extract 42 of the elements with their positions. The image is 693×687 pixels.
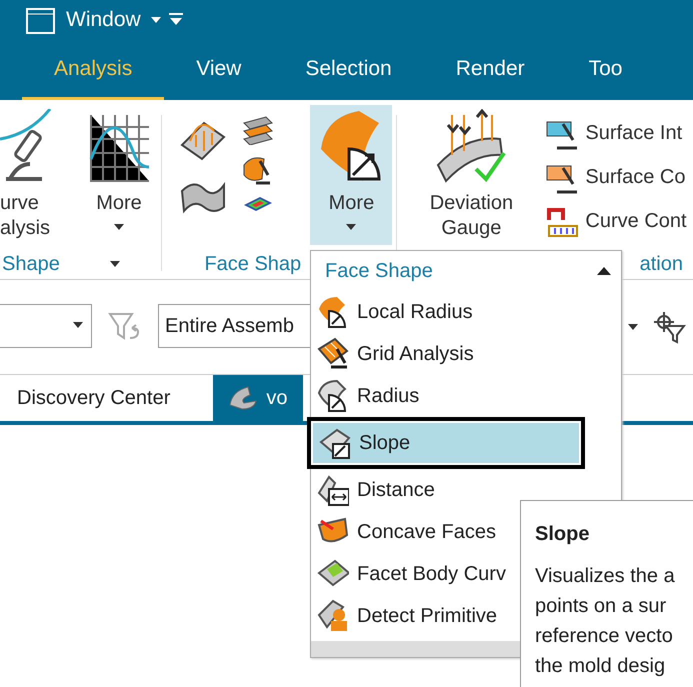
customize-icon[interactable] <box>168 13 183 27</box>
group-label: ation <box>640 252 683 277</box>
window-menu[interactable]: Window <box>64 4 143 36</box>
window-icon <box>26 6 56 34</box>
layered-surface-icon[interactable] <box>242 115 274 145</box>
more-button[interactable]: More <box>310 105 392 245</box>
ribbon-button[interactable]: Curve Cont <box>541 199 691 243</box>
collapse-icon[interactable] <box>597 267 611 275</box>
part-icon <box>228 385 258 411</box>
menu-title: Face Shape <box>325 259 433 284</box>
deviation-gauge-button[interactable]: Deviation Gauge <box>401 105 542 245</box>
caret-icon <box>73 322 85 329</box>
gauge-surface-icon <box>436 109 506 185</box>
ribbon-tab[interactable]: Too <box>556 40 654 100</box>
curve-analysis-button[interactable]: urve alysis <box>0 105 72 245</box>
ribbon-button[interactable]: Surface Co <box>541 155 691 199</box>
ribbon-tab[interactable]: Render <box>424 40 557 100</box>
ribbon-tab[interactable]: Analysis <box>22 40 164 100</box>
tooltip-text: Visualizes the a points on a sur reference vecto the mold desig <box>535 564 676 679</box>
face-tool-icon <box>319 426 351 460</box>
caret-icon[interactable] <box>150 17 161 23</box>
dropdown-field[interactable] <box>0 304 92 348</box>
caret-icon[interactable] <box>628 324 640 330</box>
ribbon-tab[interactable]: View <box>164 40 274 100</box>
caret-icon <box>114 224 124 230</box>
face-tool-icon <box>317 295 349 329</box>
face-tool-icon <box>317 379 349 413</box>
group-label: Shape <box>2 252 60 277</box>
group-label: Face Shap <box>204 252 302 277</box>
ribbon-tab[interactable]: Selection <box>273 40 424 100</box>
ribbon-button[interactable]: Surface Int <box>541 111 691 155</box>
caret-icon <box>346 224 356 230</box>
more-button[interactable]: More <box>82 105 156 245</box>
menu-item[interactable]: Slope <box>313 423 579 463</box>
menu-item[interactable]: Radius <box>311 375 621 417</box>
face-tool-icon <box>317 473 349 507</box>
crosshair-filter-icon[interactable] <box>652 310 686 344</box>
face-tool-icon <box>317 337 349 371</box>
dialog-launcher-icon[interactable] <box>110 260 122 268</box>
document-tab[interactable]: vo <box>213 375 303 421</box>
tooltip-title: Slope <box>535 522 590 547</box>
face-tool-icon <box>317 599 349 633</box>
